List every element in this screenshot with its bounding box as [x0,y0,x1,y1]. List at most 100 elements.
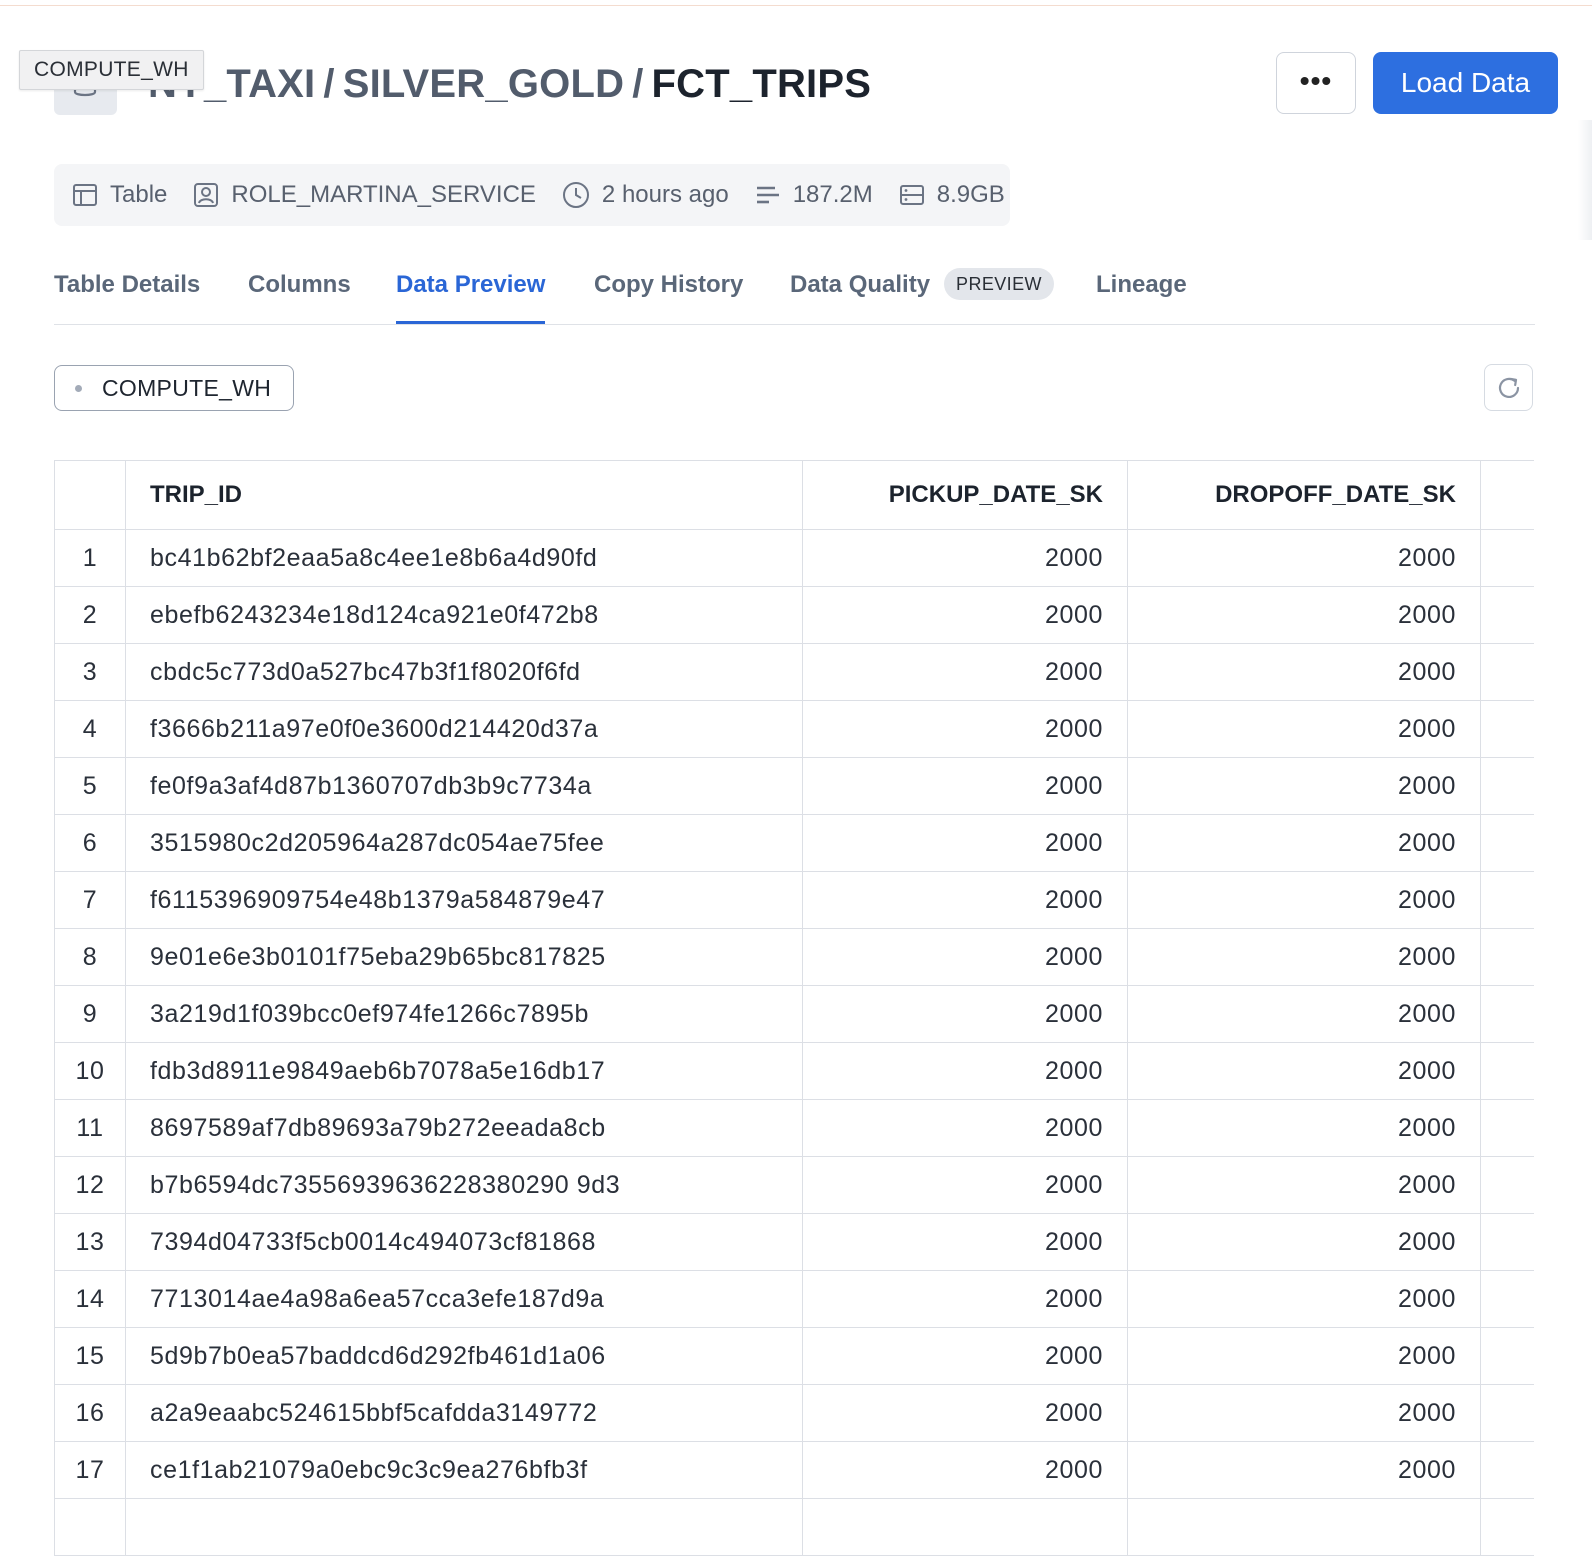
table-row[interactable]: 7 f6115396909754e48b1379a584879e47 2000 200… [54,871,1534,929]
tab-columns[interactable]: Columns [248,262,351,324]
row-number[interactable]: 1 [54,529,126,587]
cell-dropoff-date-sk[interactable]: 2000 [1127,700,1481,758]
row-number[interactable]: 16 [54,1384,126,1442]
table-row[interactable]: 4 f3666b211a97e0f0e3600d214420d37a 2000 200… [54,700,1534,758]
table-row[interactable]: 13 7394d04733f5cb0014c494073cf81868 2000 20… [54,1213,1534,1271]
cell-trip-id[interactable]: 8697589af7db89693a79b272eeada8cb [125,1099,803,1157]
cell-dropoff-date-sk[interactable]: 2000 [1127,871,1481,929]
cell-dropoff-date-sk[interactable]: 2000 [1127,643,1481,701]
cell-trip-id[interactable]: 5d9b7b0ea57baddcd6d292fb461d1a06 [125,1327,803,1385]
table-row[interactable]: 8 9e01e6e3b0101f75eba29b65bc817825 2000 200… [54,928,1534,986]
cell-dropoff-date-sk[interactable]: 2000 [1127,1042,1481,1100]
row-number[interactable]: 4 [54,700,126,758]
cell-pickup-date-sk[interactable]: 2000 [802,586,1128,644]
cell-trip-id[interactable]: 7394d04733f5cb0014c494073cf81868 [125,1213,803,1271]
table-row[interactable]: 10 fdb3d8911e9849aeb6b7078a5e16db17 2000 20… [54,1042,1534,1100]
cell-pickup-date-sk[interactable]: 2000 [802,529,1128,587]
cell-dropoff-date-sk[interactable]: 2000 [1127,1327,1481,1385]
column-header-dropoff-date-sk[interactable]: DROPOFF_DATE_SK [1127,460,1481,530]
cell-trip-id[interactable]: 9e01e6e3b0101f75eba29b65bc817825 [125,928,803,986]
cell-dropoff-date-sk[interactable]: 2000 [1127,586,1481,644]
tab-data-preview[interactable]: Data Preview [396,262,546,324]
cell-pickup-date-sk[interactable]: 2000 [802,1213,1128,1271]
cell-trip-id[interactable]: 3515980c2d205964a287dc054ae75fee [125,814,803,872]
cell-pickup-date-sk[interactable]: 2000 [802,871,1128,929]
row-number[interactable]: 15 [54,1327,126,1385]
table-row[interactable]: 2 ebefb6243234e18d124ca921e0f472b8 2000 200… [54,586,1534,644]
row-number[interactable]: 8 [54,928,126,986]
tab-data-quality[interactable]: Data Quality PREVIEW [790,262,1054,324]
cell-trip-id[interactable]: f6115396909754e48b1379a584879e47 [125,871,803,929]
column-header-trip-id[interactable]: TRIP_ID [125,460,803,530]
row-number[interactable]: 9 [54,985,126,1043]
cell-pickup-date-sk[interactable]: 2000 [802,643,1128,701]
cell-pickup-date-sk[interactable]: 2000 [802,1441,1128,1499]
cell-pickup-date-sk[interactable]: 2000 [802,985,1128,1043]
row-number[interactable]: 10 [54,1042,126,1100]
cell-pickup-date-sk[interactable] [802,1498,1128,1556]
cell-pickup-date-sk[interactable]: 2000 [802,1384,1128,1442]
warehouse-selector[interactable]: COMPUTE_WH [54,365,295,411]
cell-dropoff-date-sk[interactable]: 2000 [1127,757,1481,815]
more-actions-button[interactable]: ••• [1276,52,1356,114]
cell-trip-id[interactable]: fdb3d8911e9849aeb6b7078a5e16db17 [125,1042,803,1100]
cell-trip-id[interactable]: cbdc5c773d0a527bc47b3f1f8020f6fd [125,643,803,701]
cell-pickup-date-sk[interactable]: 2000 [802,1156,1128,1214]
tab-lineage[interactable]: Lineage [1096,262,1187,324]
cell-dropoff-date-sk[interactable] [1127,1498,1481,1556]
cell-dropoff-date-sk[interactable]: 2000 [1127,1156,1481,1214]
row-number[interactable]: 5 [54,757,126,815]
table-row[interactable]: 12 b7b6594dc73556939636228380290 9d3 2000 2… [54,1156,1534,1214]
table-row[interactable]: 17 ce1f1ab21079a0ebc9c3c9ea276bfb3f 2000 20… [54,1441,1534,1499]
cell-pickup-date-sk[interactable]: 2000 [802,1042,1128,1100]
cell-pickup-date-sk[interactable]: 2000 [802,1327,1128,1385]
cell-dropoff-date-sk[interactable]: 2000 [1127,928,1481,986]
cell-dropoff-date-sk[interactable]: 2000 [1127,1270,1481,1328]
cell-trip-id[interactable]: 7713014ae4a98a6ea57cca3efe187d9a [125,1270,803,1328]
breadcrumb-schema[interactable]: SILVER_GOLD [343,62,625,106]
row-number[interactable]: 13 [54,1213,126,1271]
table-row[interactable]: 3 cbdc5c773d0a527bc47b3f1f8020f6fd 2000 200… [54,643,1534,701]
cell-trip-id[interactable]: bc41b62bf2eaa5a8c4ee1e8b6a4d90fd [125,529,803,587]
cell-pickup-date-sk[interactable]: 2000 [802,1099,1128,1157]
cell-trip-id[interactable]: b7b6594dc73556939636228380290 9d3 [125,1156,803,1214]
column-header-pickup-date-sk[interactable]: PICKUP_DATE_SK [802,460,1128,530]
cell-pickup-date-sk[interactable]: 2000 [802,757,1128,815]
cell-dropoff-date-sk[interactable]: 2000 [1127,985,1481,1043]
refresh-button[interactable] [1484,364,1533,411]
cell-trip-id[interactable]: f3666b211a97e0f0e3600d214420d37a [125,700,803,758]
cell-trip-id[interactable]: fe0f9a3af4d87b1360707db3b9c7734a [125,757,803,815]
cell-trip-id[interactable]: ebefb6243234e18d124ca921e0f472b8 [125,586,803,644]
cell-pickup-date-sk[interactable]: 2000 [802,928,1128,986]
table-row[interactable]: 11 8697589af7db89693a79b272eeada8cb 2000 20… [54,1099,1534,1157]
cell-dropoff-date-sk[interactable]: 2000 [1127,1384,1481,1442]
table-row[interactable]: 15 5d9b7b0ea57baddcd6d292fb461d1a06 2000 20… [54,1327,1534,1385]
row-number[interactable]: 3 [54,643,126,701]
load-data-button[interactable]: Load Data [1373,52,1558,114]
cell-pickup-date-sk[interactable]: 2000 [802,814,1128,872]
table-row[interactable]: 9 3a219d1f039bcc0ef974fe1266c7895b 2000 200… [54,985,1534,1043]
cell-trip-id[interactable]: 3a219d1f039bcc0ef974fe1266c7895b [125,985,803,1043]
cell-dropoff-date-sk[interactable]: 2000 [1127,1441,1481,1499]
cell-trip-id[interactable] [125,1498,803,1556]
table-row[interactable]: 5 fe0f9a3af4d87b1360707db3b9c7734a 2000 200… [54,757,1534,815]
row-number[interactable] [54,1498,126,1556]
cell-dropoff-date-sk[interactable]: 2000 [1127,1099,1481,1157]
cell-dropoff-date-sk[interactable]: 2000 [1127,1213,1481,1271]
table-row[interactable]: 14 7713014ae4a98a6ea57cca3efe187d9a 2000 20… [54,1270,1534,1328]
row-number[interactable]: 12 [54,1156,126,1214]
tab-table-details[interactable]: Table Details [54,262,200,324]
cell-dropoff-date-sk[interactable]: 2000 [1127,529,1481,587]
row-number[interactable]: 14 [54,1270,126,1328]
cell-trip-id[interactable]: ce1f1ab21079a0ebc9c3c9ea276bfb3f [125,1441,803,1499]
table-row[interactable] [54,1498,1534,1556]
table-row[interactable]: 6 3515980c2d205964a287dc054ae75fee 2000 200… [54,814,1534,872]
row-number[interactable]: 17 [54,1441,126,1499]
table-row[interactable]: 16 a2a9eaabc524615bbf5cafdda3149772 2000 20… [54,1384,1534,1442]
row-number[interactable]: 2 [54,586,126,644]
cell-pickup-date-sk[interactable]: 2000 [802,700,1128,758]
tab-copy-history[interactable]: Copy History [594,262,743,324]
row-number[interactable]: 7 [54,871,126,929]
cell-pickup-date-sk[interactable]: 2000 [802,1270,1128,1328]
table-row[interactable]: 1 bc41b62bf2eaa5a8c4ee1e8b6a4d90fd 2000 200… [54,529,1534,587]
